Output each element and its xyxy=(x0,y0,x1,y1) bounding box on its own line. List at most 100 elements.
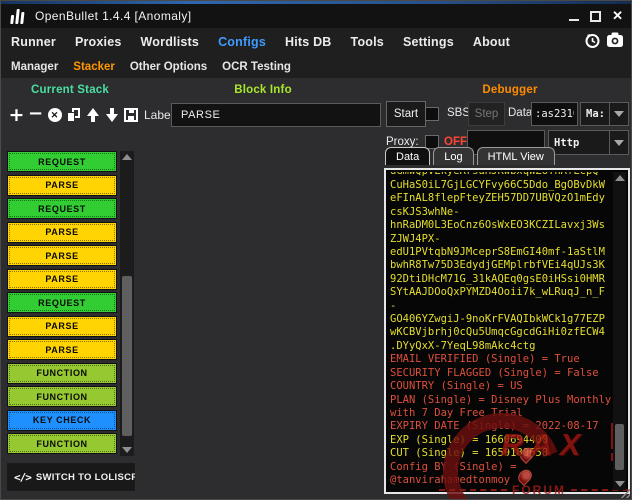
switch-button-label: SWITCH TO LOLISCRI xyxy=(36,472,135,483)
token-line: CuHaS0iL7GjLGCYFvy66C5Ddo_BgOBvDkW xyxy=(390,179,612,192)
maximize-button[interactable] xyxy=(590,11,601,22)
menu-item-wordlists[interactable]: Wordlists xyxy=(141,35,200,49)
switch-to-loliscript-button[interactable]: </> SWITCH TO LOLISCRI xyxy=(6,462,136,492)
menu-item-about[interactable]: About xyxy=(473,35,510,49)
scrollbar-thumb[interactable] xyxy=(615,424,624,470)
block-info-header: Block Info xyxy=(139,84,387,96)
menu-item-hits-db[interactable]: Hits DB xyxy=(285,35,332,49)
submenu-item-stacker[interactable]: Stacker xyxy=(73,61,115,73)
menu-item-tools[interactable]: Tools xyxy=(351,35,384,49)
history-clock-icon[interactable] xyxy=(584,32,601,49)
move-down-icon[interactable] xyxy=(102,102,121,128)
stack-block-parse[interactable]: PARSE xyxy=(7,316,117,337)
data-input[interactable] xyxy=(531,102,578,126)
scroll-up-icon[interactable] xyxy=(120,154,134,160)
token-line: .DYyQxX-7YeqL98mAkc4ctg xyxy=(390,340,612,353)
menu-item-runner[interactable]: Runner xyxy=(11,35,56,49)
main-menu: Runner Proxies Wordlists Configs Hits DB Tool… xyxy=(1,28,632,56)
token-line: 92DtiDHcM71G_31kAQEq0gsE0iHSsi0HMR xyxy=(390,273,612,286)
stack-block-function[interactable]: FUNCTION xyxy=(7,386,117,407)
stack-block-parse[interactable]: PARSE xyxy=(7,175,117,196)
submenu-item-manager[interactable]: Manager xyxy=(11,61,58,73)
tab-log[interactable]: Log xyxy=(433,147,473,165)
stack-block-request[interactable]: REQUEST xyxy=(7,292,117,313)
stack-block-parse[interactable]: PARSE xyxy=(7,245,117,266)
proxy-type-dropdown[interactable]: Http xyxy=(548,130,629,155)
token-line: eFInAL8flepFteyZEH57DD7UBVQzO1mEdy xyxy=(390,192,612,205)
dropdown-arrow-icon[interactable] xyxy=(609,131,628,154)
capture-line: COUNTRY (Single) = US xyxy=(390,380,612,393)
sbs-label: SBS xyxy=(447,107,470,119)
stack-block-key-check[interactable]: KEY CHECK xyxy=(7,410,117,431)
capture-line: @tanvirahamedtonmoy xyxy=(390,474,612,487)
submenu-item-other-options[interactable]: Other Options xyxy=(130,61,207,73)
close-button[interactable]: ✕ xyxy=(612,9,623,23)
token-line: wKCBVjbrhj0cQu5UmqcGgcdGiHi0zfECW4 xyxy=(390,326,612,339)
step-button[interactable]: Step xyxy=(468,102,505,126)
stack-block-request[interactable]: REQUEST xyxy=(7,198,117,219)
stack-block-function[interactable]: FUNCTION xyxy=(7,363,117,384)
configs-submenu: Manager Stacker Other Options OCR Testing xyxy=(1,56,632,78)
capture-line: EXP (Single) = 1660694400 xyxy=(390,434,612,447)
clipped-log-line: uGmwQpvLkyeRrsdHJKwbxqWZoTnAfLcpQ xyxy=(390,172,612,179)
block-stack-list: REQUESTPARSEREQUESTPARSEPARSEPARSEREQUES… xyxy=(7,151,117,457)
menu-item-settings[interactable]: Settings xyxy=(403,35,454,49)
title-bar: OpenBullet 1.4.4 [Anomaly] ✕ xyxy=(1,4,632,28)
stack-block-parse[interactable]: PARSE xyxy=(7,222,117,243)
stack-block-parse[interactable]: PARSE xyxy=(7,339,117,360)
capture-line: EMAIL VERIFIED (Single) = True xyxy=(390,353,612,366)
scrollbar-thumb[interactable] xyxy=(122,276,132,436)
proxy-type-value: Http xyxy=(549,137,609,149)
wordlist-type-value: Ma: xyxy=(581,108,609,120)
code-icon: </> xyxy=(14,471,31,484)
app-window: OpenBullet 1.4.4 [Anomaly] ✕ Runner Proxi… xyxy=(0,0,632,500)
stack-scrollbar[interactable] xyxy=(120,151,134,456)
debugger-log: uGmwQpvLkyeRrsdHJKwbxqWZoTnAfLcpQCuHaS0i… xyxy=(390,172,612,490)
menu-item-configs[interactable]: Configs xyxy=(218,35,266,49)
stack-block-request[interactable]: REQUEST xyxy=(7,151,117,172)
capture-line: EXPIRY DATE (Single) = 2022-08-17 xyxy=(390,420,612,433)
capture-line: PLAN (Single) = Disney Plus Monthly with… xyxy=(390,394,612,421)
sbs-checkbox[interactable] xyxy=(425,107,439,121)
openbullet-logo-icon xyxy=(10,9,25,24)
wordlist-type-dropdown[interactable]: Ma: xyxy=(580,102,629,126)
token-line: ZJWJ4PX- xyxy=(390,233,612,246)
start-button[interactable]: Start xyxy=(386,101,426,127)
scroll-up-icon[interactable] xyxy=(613,175,626,181)
stack-toolbar: + − ✕ xyxy=(7,101,140,129)
minimize-button[interactable] xyxy=(569,19,579,21)
dropdown-arrow-icon[interactable] xyxy=(609,103,628,125)
capture-line: CUT (Single) = 1659180658 xyxy=(390,447,612,460)
block-label-input[interactable] xyxy=(171,103,381,127)
token-line: bwhR8Tw75D3EdydjGEMplrbfVEi4qUJs3K xyxy=(390,259,612,272)
token-line: GO406YZwgiJ-9noKrFVAQIbkWCk1g77EZP xyxy=(390,313,612,326)
debugger-output-panel: uGmwQpvLkyeRrsdHJKwbxqWZoTnAfLcpQCuHaS0i… xyxy=(384,168,630,494)
stack-block-parse[interactable]: PARSE xyxy=(7,269,117,290)
move-up-icon[interactable] xyxy=(83,102,102,128)
remove-block-icon[interactable]: − xyxy=(26,102,45,128)
current-stack-header: Current Stack xyxy=(1,84,139,96)
scroll-down-icon[interactable] xyxy=(613,481,626,487)
capture-line: Config BY (Single) = xyxy=(390,461,612,474)
token-line: - xyxy=(390,300,612,313)
camera-icon[interactable] xyxy=(606,32,624,48)
clone-block-icon[interactable] xyxy=(64,102,83,128)
capture-line: SECURITY FLAGGED (Single) = False xyxy=(390,367,612,380)
token-line: edU1PVtqbN9JMceprS8EmGI40mf-1aStlM xyxy=(390,246,612,259)
scroll-down-icon[interactable] xyxy=(120,447,134,453)
debugger-scrollbar[interactable] xyxy=(613,172,626,490)
token-line: SYtAAJDOoQxPYMZD4Ooii7k_wLRuqJ_n_F xyxy=(390,286,612,299)
clear-stack-icon[interactable]: ✕ xyxy=(45,102,64,128)
stack-block-function[interactable]: FUNCTION xyxy=(7,433,117,454)
token-line: hnRaDM0L3EoCnz6OsWxEO3KCZILavxj3Ws xyxy=(390,219,612,232)
tab-html-view[interactable]: HTML View xyxy=(477,147,555,165)
add-block-icon[interactable]: + xyxy=(7,102,26,128)
menu-item-proxies[interactable]: Proxies xyxy=(75,35,122,49)
token-line: csKJS3whNe- xyxy=(390,206,612,219)
tab-data[interactable]: Data xyxy=(385,147,430,165)
debugger-header: Debugger xyxy=(387,84,632,96)
window-title: OpenBullet 1.4.4 [Anomaly] xyxy=(35,9,192,23)
submenu-item-ocr-testing[interactable]: OCR Testing xyxy=(222,61,291,73)
debugger-tabs: DataLogHTML View xyxy=(385,147,558,165)
save-config-icon[interactable] xyxy=(121,102,140,128)
